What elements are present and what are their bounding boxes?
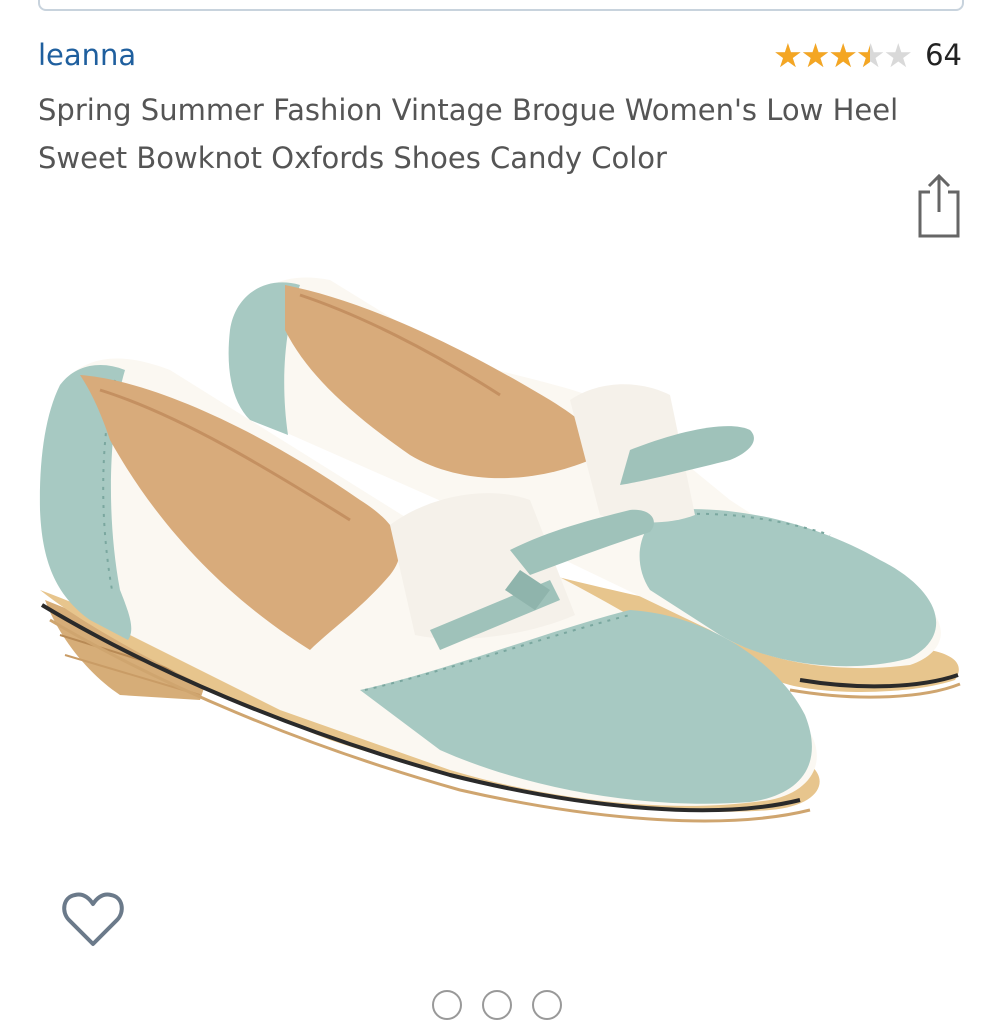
stars-filled: ★★★★★ [773,38,870,72]
star-rating-icon: ★★★★★ ★★★★★ [773,38,913,72]
share-button[interactable] [912,172,964,240]
share-icon [918,173,960,238]
rating-count[interactable]: 64 [925,38,962,72]
product-image[interactable] [30,270,972,880]
product-title: Spring Summer Fashion Vintage Brogue Wom… [38,93,899,175]
brand-link[interactable]: leanna [38,38,136,72]
carousel-dot[interactable] [482,990,512,1020]
rating-summary[interactable]: ★★★★★ ★★★★★ 64 [773,38,962,72]
carousel-dot[interactable] [432,990,462,1020]
search-bar-edge[interactable] [38,0,964,11]
heart-outline-icon [62,892,124,946]
carousel-dot[interactable] [532,990,562,1020]
wishlist-button[interactable] [60,888,126,950]
shoe-illustration [39,277,961,823]
image-carousel-dots[interactable] [432,990,562,1020]
